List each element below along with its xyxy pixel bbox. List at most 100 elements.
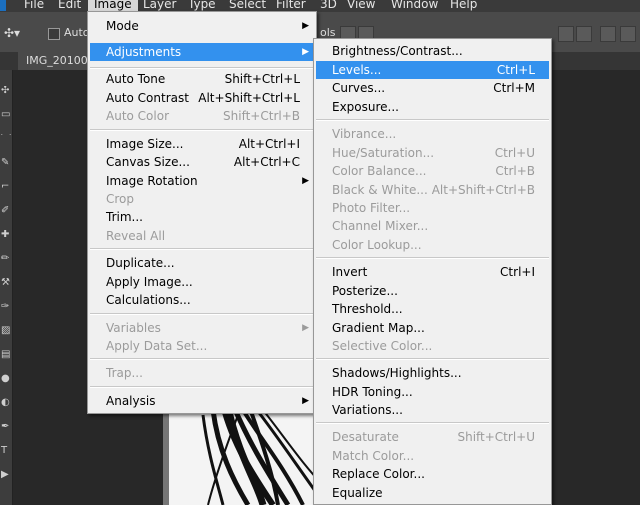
auto-select-checkbox[interactable] xyxy=(48,28,60,40)
menu-layer[interactable]: Layer xyxy=(143,0,176,11)
image-menu-auto-color[interactable]: Auto Color Shift+Ctrl+B xyxy=(90,107,314,125)
adj-posterize[interactable]: Posterize... xyxy=(316,282,549,300)
type-tool-icon[interactable]: T xyxy=(1,446,11,456)
image-menu-apply-image[interactable]: Apply Image... xyxy=(90,273,314,291)
menu-item-label: Exposure... xyxy=(332,100,399,114)
image-menu-apply-data-set[interactable]: Apply Data Set... xyxy=(90,337,314,355)
image-menu-image-rotation[interactable]: Image Rotation ▶ xyxy=(90,172,314,190)
image-menu-image-size[interactable]: Image Size... Alt+Ctrl+I xyxy=(90,135,314,153)
dodge-tool-icon[interactable]: ◐ xyxy=(1,398,11,408)
move-tool-icon[interactable]: ✣▾ xyxy=(4,26,20,40)
image-menu-duplicate[interactable]: Duplicate... xyxy=(90,254,314,272)
distribute-2-icon[interactable] xyxy=(576,26,592,42)
image-menu-canvas-size[interactable]: Canvas Size... Alt+Ctrl+C xyxy=(90,153,314,171)
adj-invert[interactable]: Invert Ctrl+I xyxy=(316,263,549,281)
photoshop-logo-icon xyxy=(0,0,6,11)
adj-color-lookup[interactable]: Color Lookup... xyxy=(316,236,549,254)
menu-image[interactable]: Image xyxy=(88,0,138,11)
image-menu-auto-tone[interactable]: Auto Tone Shift+Ctrl+L xyxy=(90,70,314,88)
menu-separator xyxy=(316,257,549,259)
marquee-tool-icon[interactable]: ▭ xyxy=(1,110,11,120)
adj-variations[interactable]: Variations... xyxy=(316,401,549,419)
menu-item-label: Auto Tone xyxy=(106,72,166,86)
menu-item-label: Shadows/Highlights... xyxy=(332,366,462,380)
pen-tool-icon[interactable]: ✒ xyxy=(1,422,11,432)
submenu-arrow-icon: ▶ xyxy=(302,396,309,406)
submenu-arrow-icon: ▶ xyxy=(302,323,309,333)
adj-threshold[interactable]: Threshold... xyxy=(316,300,549,318)
eyedropper-tool-icon[interactable]: ✐ xyxy=(1,206,11,216)
auto-align-2-icon[interactable] xyxy=(620,26,636,42)
eraser-tool-icon[interactable]: ▨ xyxy=(1,326,11,336)
menu-item-label: Mode xyxy=(106,19,139,33)
menu-item-shortcut: Shift+Ctrl+U xyxy=(457,430,535,444)
image-menu-reveal-all[interactable]: Reveal All xyxy=(90,227,314,245)
document-tab[interactable]: IMG_20100 xyxy=(18,52,96,70)
adj-selective-color[interactable]: Selective Color... xyxy=(316,337,549,355)
menu-item-label: Image Size... xyxy=(106,137,184,151)
adj-match-color[interactable]: Match Color... xyxy=(316,447,549,465)
menu-type[interactable]: Type xyxy=(188,0,216,11)
adj-shadows-highlights[interactable]: Shadows/Highlights... xyxy=(316,364,549,382)
image-menu-crop[interactable]: Crop xyxy=(90,190,314,208)
adj-hdr-toning[interactable]: HDR Toning... xyxy=(316,383,549,401)
submenu-arrow-icon: ▶ xyxy=(302,176,309,186)
adj-hue-saturation[interactable]: Hue/Saturation... Ctrl+U xyxy=(316,144,549,162)
adj-curves[interactable]: Curves... Ctrl+M xyxy=(316,79,549,97)
menu-item-label: Hue/Saturation... xyxy=(332,146,435,160)
lasso-tool-icon[interactable]: ⌒ xyxy=(1,134,11,144)
menu-item-shortcut: Alt+Ctrl+I xyxy=(238,137,300,151)
menu-help[interactable]: Help xyxy=(450,0,477,11)
menu-select[interactable]: Select xyxy=(229,0,266,11)
menu-separator xyxy=(316,422,549,424)
adj-levels[interactable]: Levels... Ctrl+L xyxy=(316,61,549,79)
adj-exposure[interactable]: Exposure... xyxy=(316,98,549,116)
image-menu-mode[interactable]: Mode ▶ xyxy=(90,17,314,35)
menu-window[interactable]: Window xyxy=(391,0,438,11)
adj-desaturate[interactable]: Desaturate Shift+Ctrl+U xyxy=(316,428,549,446)
menu-filter[interactable]: Filter xyxy=(276,0,306,11)
menu-item-label: Color Balance... xyxy=(332,164,427,178)
image-menu-auto-contrast[interactable]: Auto Contrast Alt+Shift+Ctrl+L xyxy=(90,89,314,107)
adj-black-white[interactable]: Black & White... Alt+Shift+Ctrl+B xyxy=(316,181,549,199)
clone-stamp-tool-icon[interactable]: ⚒ xyxy=(1,278,11,288)
path-select-tool-icon[interactable]: ▶ xyxy=(1,470,11,480)
quick-select-tool-icon[interactable]: ✎ xyxy=(1,158,11,168)
menu-separator xyxy=(90,248,314,250)
menu-item-shortcut: Shift+Ctrl+B xyxy=(223,109,300,123)
adj-equalize[interactable]: Equalize xyxy=(316,484,549,502)
menu-item-shortcut: Ctrl+I xyxy=(500,265,535,279)
menu-separator xyxy=(90,358,314,360)
image-menu-analysis[interactable]: Analysis ▶ xyxy=(90,392,314,410)
image-menu-calculations[interactable]: Calculations... xyxy=(90,291,314,309)
menu-edit[interactable]: Edit xyxy=(58,0,81,11)
menu-item-label: Gradient Map... xyxy=(332,321,425,335)
image-menu-trap[interactable]: Trap... xyxy=(90,364,314,382)
healing-brush-tool-icon[interactable]: ✚ xyxy=(1,230,11,240)
adj-channel-mixer[interactable]: Channel Mixer... xyxy=(316,217,549,235)
adj-photo-filter[interactable]: Photo Filter... xyxy=(316,199,549,217)
crop-tool-icon[interactable]: ⌐ xyxy=(1,182,11,192)
auto-align-icon[interactable] xyxy=(600,26,616,42)
distribute-icon[interactable] xyxy=(558,26,574,42)
blur-tool-icon[interactable]: ● xyxy=(1,374,11,384)
menu-3d[interactable]: 3D xyxy=(320,0,337,11)
adj-vibrance[interactable]: Vibrance... xyxy=(316,125,549,143)
move-tool-icon[interactable]: ✣ xyxy=(1,86,11,96)
adj-gradient-map[interactable]: Gradient Map... xyxy=(316,319,549,337)
brush-tool-icon[interactable]: ✏ xyxy=(1,254,11,264)
image-menu-variables[interactable]: Variables ▶ xyxy=(90,319,314,337)
menu-item-label: Duplicate... xyxy=(106,256,175,270)
menu-view[interactable]: View xyxy=(347,0,375,11)
adj-color-balance[interactable]: Color Balance... Ctrl+B xyxy=(316,162,549,180)
adj-replace-color[interactable]: Replace Color... xyxy=(316,465,549,483)
image-menu-trim[interactable]: Trim... xyxy=(90,208,314,226)
gradient-tool-icon[interactable]: ▤ xyxy=(1,350,11,360)
history-brush-tool-icon[interactable]: ✑ xyxy=(1,302,11,312)
menu-item-label: Replace Color... xyxy=(332,467,425,481)
menu-item-label: Variables xyxy=(106,321,161,335)
adj-brightness-contrast[interactable]: Brightness/Contrast... xyxy=(316,42,549,60)
menu-file[interactable]: File xyxy=(24,0,44,11)
image-menu-adjustments[interactable]: Adjustments ▶ xyxy=(90,43,314,61)
menu-separator xyxy=(90,313,314,315)
